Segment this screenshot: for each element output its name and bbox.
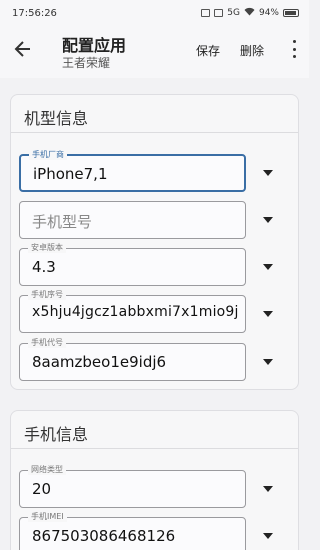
more-options-icon[interactable]: [291, 40, 297, 58]
card-divider: [11, 132, 298, 133]
android-version-label: 安卓版本: [28, 243, 66, 253]
battery-percent: 94%: [258, 8, 279, 18]
manufacturer-label: 手机厂商: [29, 150, 67, 160]
serial-value: x5hju4jgcz1abbxmi7x1mio9j: [32, 304, 239, 320]
page-title: 配置应用: [62, 36, 127, 55]
phone-info-title: 手机信息: [24, 425, 89, 444]
status-time: 17:56:26: [12, 8, 57, 19]
network-type-value: 20: [32, 480, 52, 498]
imei-value: 867503086468126: [32, 527, 176, 545]
codename-field[interactable]: 手机代号 8aamzbeo1e9idj6: [19, 338, 246, 381]
card-divider: [11, 448, 298, 449]
network-type-field[interactable]: 网络类型 20: [19, 465, 246, 508]
notification-icon: [201, 9, 211, 17]
model-field[interactable]: 手机型号: [19, 201, 246, 239]
manufacturer-field[interactable]: 手机厂商 iPhone7,1: [19, 150, 246, 192]
model-dropdown-icon[interactable]: [263, 217, 273, 223]
android-version-value: 4.3: [32, 258, 56, 276]
back-arrow-icon[interactable]: [10, 36, 36, 62]
serial-dropdown-icon[interactable]: [263, 311, 273, 317]
network-type-label: 网络类型: [28, 465, 66, 475]
sim-icon: [214, 9, 224, 17]
save-button[interactable]: 保存: [196, 42, 220, 59]
page-subtitle: 王者荣耀: [62, 56, 111, 70]
android-version-field[interactable]: 安卓版本 4.3: [19, 243, 246, 286]
android-version-dropdown-icon[interactable]: [263, 264, 273, 270]
imei-dropdown-icon[interactable]: [263, 533, 273, 539]
model-placeholder: 手机型号: [32, 213, 93, 231]
imei-label: 手机IMEI: [28, 512, 67, 522]
codename-label: 手机代号: [28, 338, 66, 348]
codename-dropdown-icon[interactable]: [263, 359, 273, 365]
network-type-dropdown-icon[interactable]: [263, 486, 273, 492]
status-icons: 5G 94%: [201, 7, 299, 19]
delete-button[interactable]: 删除: [240, 42, 264, 59]
app-bar: 配置应用 王者荣耀 保存 删除: [0, 28, 309, 78]
status-bar: 17:56:26 5G 94%: [0, 0, 309, 28]
manufacturer-value: iPhone7,1: [33, 165, 108, 183]
wifi-icon: [244, 7, 255, 19]
manufacturer-dropdown-icon[interactable]: [263, 170, 273, 176]
serial-field[interactable]: 手机序号 x5hju4jgcz1abbxmi7x1mio9j: [19, 290, 246, 333]
device-info-title: 机型信息: [24, 109, 89, 128]
battery-icon: [283, 9, 299, 17]
network-type: 5G: [227, 8, 240, 18]
imei-field[interactable]: 手机IMEI 867503086468126: [19, 512, 246, 550]
codename-value: 8aamzbeo1e9idj6: [32, 353, 167, 371]
